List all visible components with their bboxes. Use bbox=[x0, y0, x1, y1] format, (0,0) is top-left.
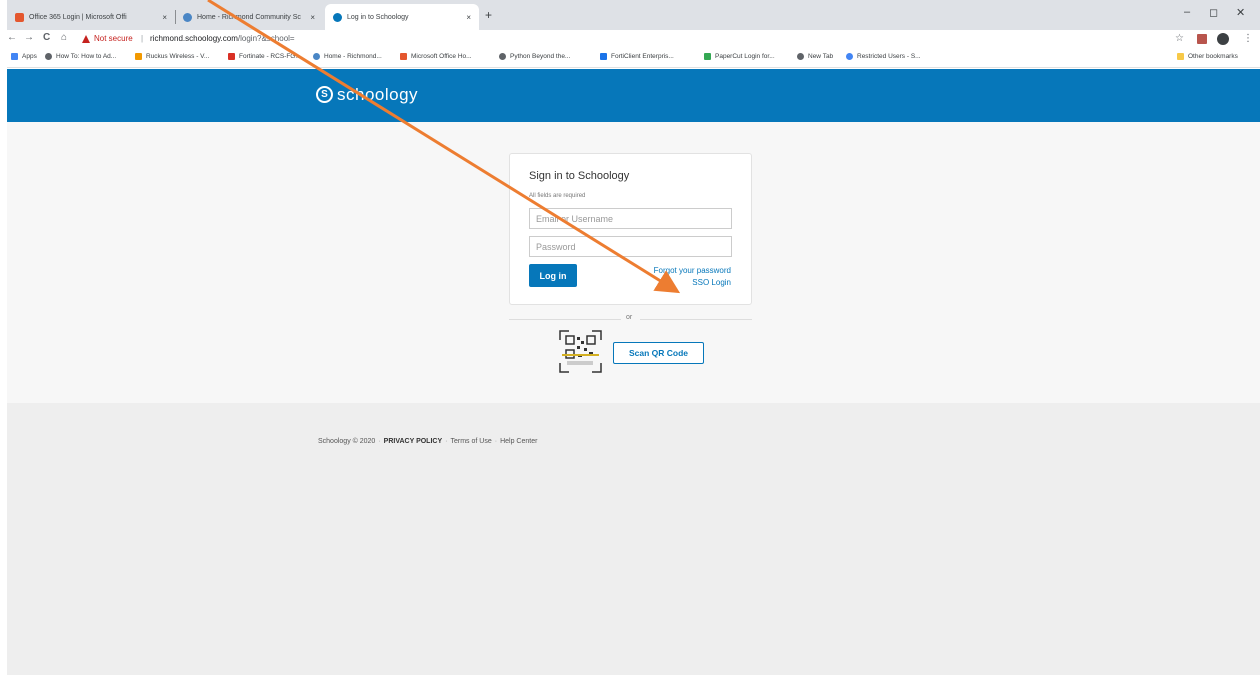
back-icon[interactable]: ← bbox=[7, 32, 17, 43]
globe-icon bbox=[499, 53, 506, 60]
login-button[interactable]: Log in bbox=[529, 264, 577, 287]
star-icon[interactable]: ☆ bbox=[1175, 33, 1184, 44]
minimize-icon[interactable]: – bbox=[1184, 6, 1190, 18]
schoology-header: S schoology bbox=[7, 69, 1260, 122]
new-tab-button[interactable]: + bbox=[485, 8, 492, 22]
sso-login-link[interactable]: SSO Login bbox=[692, 278, 731, 287]
office-icon bbox=[400, 53, 407, 60]
menu-icon[interactable]: ⋮ bbox=[1243, 33, 1253, 44]
maximize-icon[interactable]: ◻ bbox=[1209, 6, 1218, 19]
reload-icon[interactable]: C bbox=[43, 32, 50, 43]
office-favicon-icon bbox=[15, 12, 24, 22]
forward-icon[interactable]: → bbox=[24, 32, 34, 43]
profile-icon[interactable] bbox=[1217, 33, 1229, 45]
bookmark-restricted[interactable]: Restricted Users - S... bbox=[846, 53, 921, 60]
login-title: Sign in to Schoology bbox=[529, 170, 630, 182]
bookmark-label: Apps bbox=[22, 53, 37, 60]
bookmark-richmond[interactable]: Home - Richmond... bbox=[313, 53, 382, 60]
footer-separator: · bbox=[378, 438, 381, 445]
bookmark-label: Restricted Users - S... bbox=[857, 53, 921, 60]
privacy-policy-link[interactable]: PRIVACY POLICY bbox=[384, 438, 442, 445]
scan-qr-code-button[interactable]: Scan QR Code bbox=[613, 342, 704, 364]
close-window-icon[interactable]: ✕ bbox=[1236, 6, 1245, 19]
folder-icon bbox=[1177, 53, 1184, 60]
bookmark-ruckus[interactable]: Ruckus Wireless - V... bbox=[135, 53, 209, 60]
browser-toolbar: ← → C ⌂ Not secure | richmond.schoology.… bbox=[7, 30, 1260, 50]
user-icon bbox=[846, 53, 853, 60]
browser-window: Office 365 Login | Microsoft Offi × Home… bbox=[7, 0, 1260, 675]
warning-icon bbox=[82, 35, 90, 43]
bookmark-label: New Tab bbox=[808, 53, 834, 60]
close-tab-icon[interactable]: × bbox=[466, 13, 471, 22]
not-secure-label[interactable]: Not secure bbox=[94, 34, 133, 43]
tab-title: Office 365 Login | Microsoft Offi bbox=[29, 13, 127, 21]
footer-copyright: Schoology © 2020 bbox=[318, 438, 376, 445]
forticlient-icon bbox=[600, 53, 607, 60]
email-username-input[interactable] bbox=[529, 208, 732, 229]
bookmark-label: Home - Richmond... bbox=[324, 53, 382, 60]
bookmark-forticlient[interactable]: FortiClient Enterpris... bbox=[600, 53, 674, 60]
schoology-logo-icon[interactable]: S bbox=[316, 86, 333, 103]
tab-richmond-home[interactable]: Home - Richmond Community Sc × bbox=[175, 4, 323, 30]
divider-or: or bbox=[626, 314, 633, 321]
divider-line-right bbox=[640, 319, 752, 320]
extension-icon[interactable] bbox=[1197, 34, 1207, 44]
close-tab-icon[interactable]: × bbox=[162, 13, 167, 22]
footer-separator: · bbox=[445, 438, 448, 445]
bookmark-fortinate[interactable]: Fortinate - RCS-FG... bbox=[228, 53, 301, 60]
bookmark-label: FortiClient Enterpris... bbox=[611, 53, 674, 60]
bookmark-label: Ruckus Wireless - V... bbox=[146, 53, 210, 60]
apps-grid-icon bbox=[11, 53, 18, 60]
bookmark-label: Microsoft Office Ho... bbox=[411, 53, 472, 60]
bookmark-label: Python Beyond the... bbox=[510, 53, 571, 60]
bookmark-newtab[interactable]: New Tab bbox=[797, 53, 833, 60]
bookmark-label: Fortinate - RCS-FG... bbox=[239, 53, 301, 60]
help-center-link[interactable]: Help Center bbox=[500, 438, 537, 445]
tab-strip: Office 365 Login | Microsoft Offi × Home… bbox=[7, 0, 1260, 30]
close-tab-icon[interactable]: × bbox=[310, 13, 315, 22]
divider-line-left bbox=[509, 319, 621, 320]
tab-office365[interactable]: Office 365 Login | Microsoft Offi × bbox=[7, 4, 175, 30]
url-separator: | bbox=[141, 34, 144, 43]
schoology-favicon-icon bbox=[333, 12, 342, 22]
forgot-password-link[interactable]: Forgot your password bbox=[654, 266, 731, 275]
footer-links: Schoology © 2020 · PRIVACY POLICY · Terms of… bbox=[318, 438, 537, 445]
globe-icon bbox=[313, 53, 320, 60]
fortinet-icon bbox=[228, 53, 235, 60]
bookmark-label: Other bookmarks bbox=[1188, 53, 1238, 60]
tab-title: Home - Richmond Community Sc bbox=[197, 13, 301, 21]
url-host: richmond.schoology.com bbox=[150, 34, 238, 43]
tab-title: Log in to Schoology bbox=[347, 13, 409, 21]
bookmark-office[interactable]: Microsoft Office Ho... bbox=[400, 53, 472, 60]
login-card: Sign in to Schoology All fields are requ… bbox=[509, 153, 752, 305]
bookmark-label: How To: How to Ad... bbox=[56, 53, 117, 60]
globe-icon bbox=[45, 53, 52, 60]
terms-of-use-link[interactable]: Terms of Use bbox=[450, 438, 491, 445]
footer-separator: · bbox=[494, 438, 498, 445]
bookmark-python[interactable]: Python Beyond the... bbox=[499, 53, 570, 60]
bookmark-label: PaperCut Login for... bbox=[715, 53, 775, 60]
tab-schoology[interactable]: Log in to Schoology × bbox=[325, 4, 479, 30]
bookmark-papercut[interactable]: PaperCut Login for... bbox=[704, 53, 775, 60]
papercut-icon bbox=[704, 53, 711, 60]
page-footer: Schoology © 2020 · PRIVACY POLICY · Terms of… bbox=[7, 403, 1260, 675]
schoology-logo-text[interactable]: schoology bbox=[337, 85, 418, 105]
required-note: All fields are required bbox=[529, 193, 586, 199]
password-input[interactable] bbox=[529, 236, 732, 257]
bookmark-apps[interactable]: Apps bbox=[11, 53, 37, 60]
url-path: /login?&school= bbox=[237, 34, 295, 43]
login-page: Sign in to Schoology All fields are requ… bbox=[7, 122, 1260, 403]
home-icon[interactable]: ⌂ bbox=[61, 32, 67, 43]
address-bar[interactable]: richmond.schoology.com/login?&school= bbox=[150, 34, 295, 43]
bookmark-howto[interactable]: How To: How to Ad... bbox=[45, 53, 116, 60]
qr-code-icon bbox=[559, 330, 602, 373]
other-bookmarks[interactable]: Other bookmarks bbox=[1177, 53, 1238, 60]
globe-favicon-icon bbox=[183, 12, 192, 22]
ruckus-dog-icon bbox=[135, 53, 142, 60]
globe-icon bbox=[797, 53, 804, 60]
bookmarks-bar: Apps How To: How to Ad... Ruckus Wireles… bbox=[7, 50, 1260, 68]
